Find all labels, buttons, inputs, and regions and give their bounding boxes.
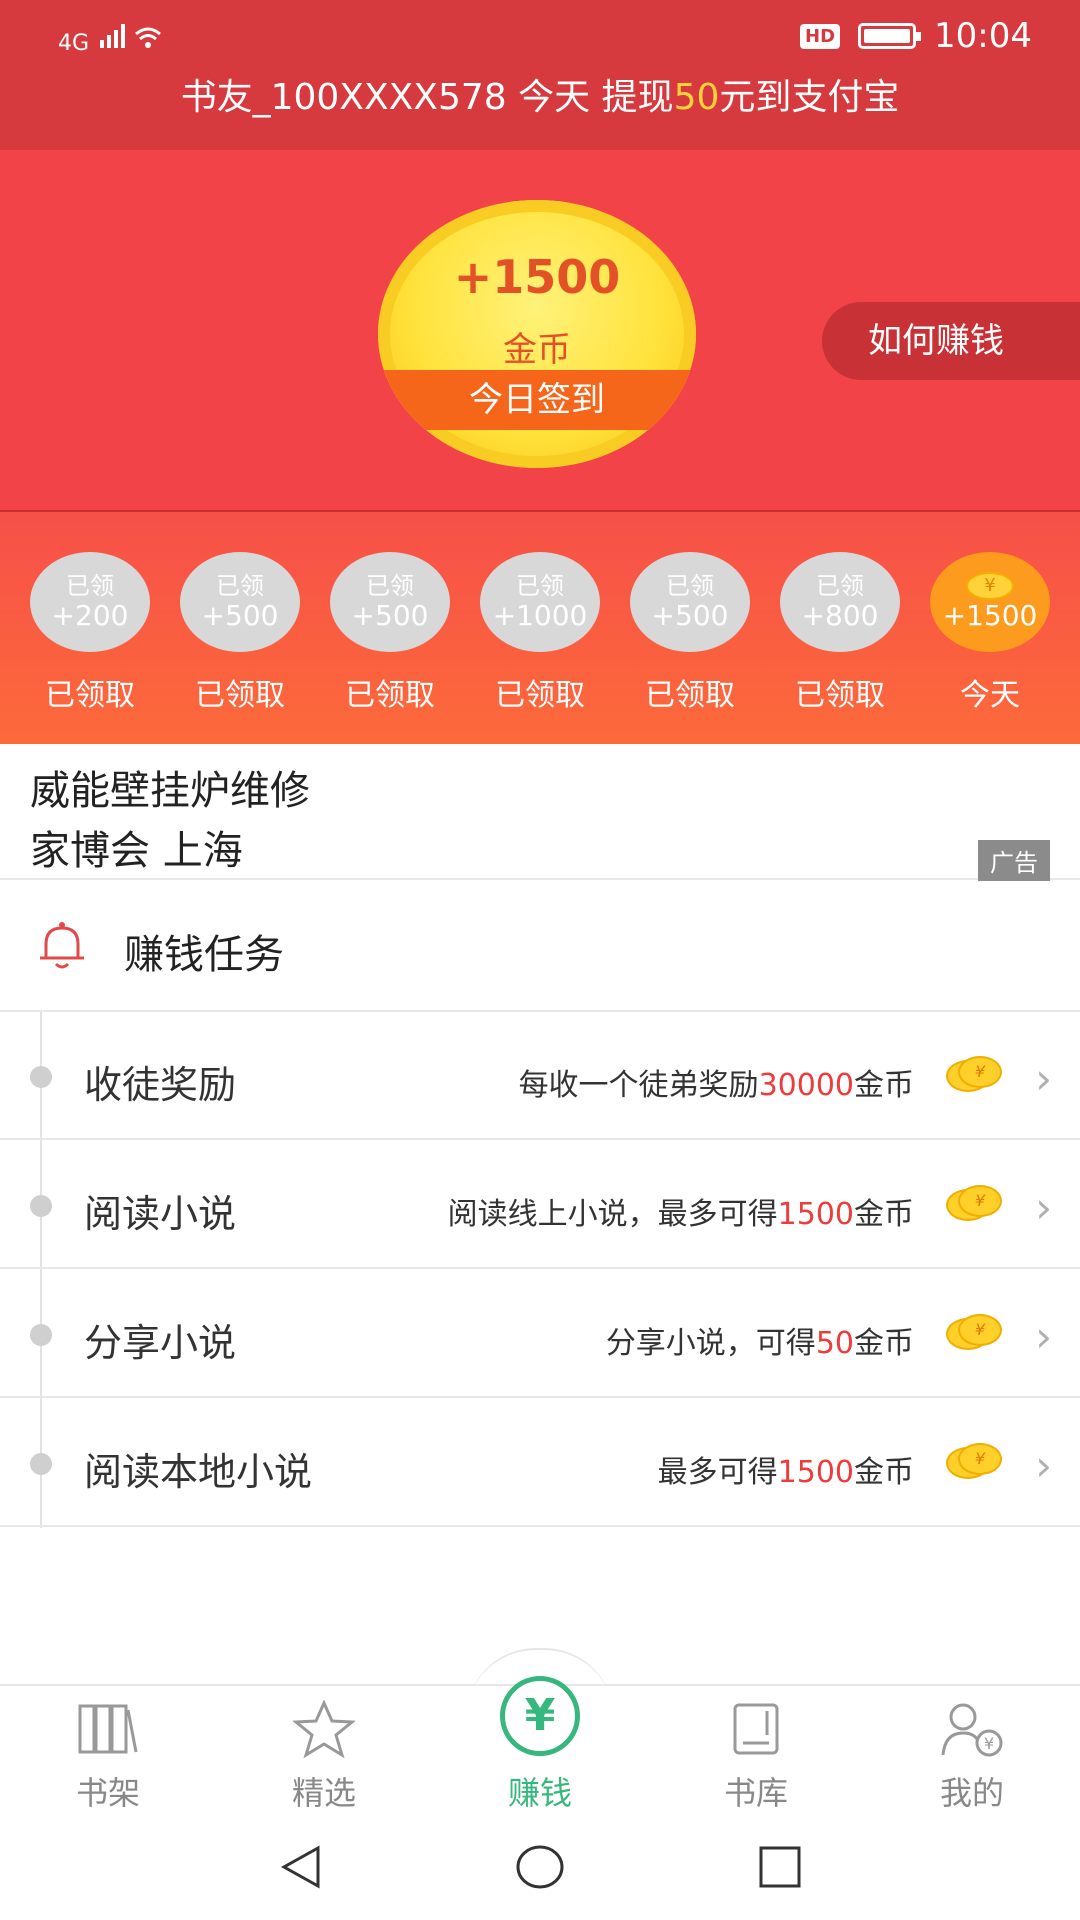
task-row-share[interactable]: 分享小说 分享小说，可得50金币 ¥ › — [0, 1270, 1080, 1398]
signin-hero: +1500 金币 今日签到 如何赚钱 — [0, 150, 1080, 510]
battery-icon — [858, 23, 922, 49]
timeline-dot — [30, 1066, 52, 1088]
home-icon[interactable] — [514, 1842, 566, 1892]
ad-line-1: 威能壁挂炉维修 — [30, 768, 310, 814]
timeline-dot — [30, 1324, 52, 1346]
back-icon[interactable] — [276, 1842, 326, 1892]
checkin-strip: 已领 +200 已领取 已领 +500 已领取 已领 +500 已领取 已领 +1000… — [0, 510, 1080, 744]
status-bar: 4G HD 10:04 书友_100XXXX578 今天 提现50元到支付宝 — [0, 0, 1080, 150]
tasks-header: 赚钱任务 — [0, 882, 1080, 1012]
checkin-day[interactable]: 已领 +800 已领取 — [780, 552, 900, 714]
chevron-right-icon: › — [1035, 1312, 1052, 1361]
clock: 10:04 — [934, 16, 1032, 56]
ad-banner[interactable]: 威能壁挂炉维修 家博会 上海 广告 — [0, 744, 1080, 881]
user-icon: ¥ — [941, 1703, 1003, 1757]
checkin-day[interactable]: 已领 +1000 已领取 — [480, 552, 600, 714]
bookshelf-icon — [78, 1704, 138, 1754]
yuan-icon[interactable]: ¥ — [500, 1676, 580, 1756]
coin-stack-icon: ¥ — [966, 572, 1014, 600]
network-type: 4G — [58, 31, 90, 56]
star-icon — [293, 1700, 355, 1758]
bell-icon — [40, 922, 84, 969]
task-row-read-local[interactable]: 阅读本地小说 最多可得1500金币 ¥ › — [0, 1399, 1080, 1527]
coin-unit: 金币 — [503, 330, 571, 370]
checkin-day[interactable]: 已领 +200 已领取 — [30, 552, 150, 714]
timeline-dot — [30, 1453, 52, 1475]
withdraw-ticker: 书友_100XXXX578 今天 提现50元到支付宝 — [180, 77, 900, 118]
book-icon — [733, 1703, 779, 1755]
tab-featured[interactable]: 精选 — [216, 1694, 432, 1814]
coins-icon: ¥ — [946, 1314, 1002, 1354]
task-row-recruit[interactable]: 收徒奖励 每收一个徒弟奖励30000金币 ¥ › — [0, 1012, 1080, 1140]
tab-bookshelf[interactable]: 书架 — [0, 1694, 216, 1814]
checkin-day-today[interactable]: ¥ +1500 今天 — [930, 552, 1050, 714]
tab-mine[interactable]: ¥ 我的 — [864, 1694, 1080, 1814]
hd-badge: HD — [800, 23, 841, 49]
recents-icon[interactable] — [756, 1842, 804, 1892]
ticker-amount: 50 — [673, 77, 720, 118]
checkin-day[interactable]: 已领 +500 已领取 — [330, 552, 450, 714]
signin-coin-button[interactable]: +1500 金币 今日签到 — [378, 200, 696, 468]
task-row-read-online[interactable]: 阅读小说 阅读线上小说，最多可得1500金币 ¥ › — [0, 1141, 1080, 1269]
checkin-day[interactable]: 已领 +500 已领取 — [180, 552, 300, 714]
how-to-earn-button[interactable]: 如何赚钱 — [822, 302, 1080, 380]
coins-icon: ¥ — [946, 1056, 1002, 1096]
checkin-day[interactable]: 已领 +500 已领取 — [630, 552, 750, 714]
signin-today-label: 今日签到 — [378, 370, 696, 430]
coins-icon: ¥ — [946, 1443, 1002, 1483]
coin-amount: +1500 — [453, 250, 621, 304]
ad-tag: 广告 — [978, 840, 1050, 881]
wifi-icon — [100, 24, 162, 48]
chevron-right-icon: › — [1035, 1183, 1052, 1232]
tasks-title: 赚钱任务 — [124, 932, 284, 978]
coins-icon: ¥ — [946, 1185, 1002, 1225]
timeline-dot — [30, 1195, 52, 1217]
system-nav-bar — [0, 1820, 1080, 1920]
chevron-right-icon: › — [1035, 1441, 1052, 1490]
ad-line-2: 家博会 上海 — [30, 828, 243, 874]
svg-text:¥: ¥ — [984, 1734, 994, 1753]
signal-icon: 4G — [58, 20, 166, 56]
tab-library[interactable]: 书库 — [648, 1694, 864, 1814]
chevron-right-icon: › — [1035, 1054, 1052, 1103]
